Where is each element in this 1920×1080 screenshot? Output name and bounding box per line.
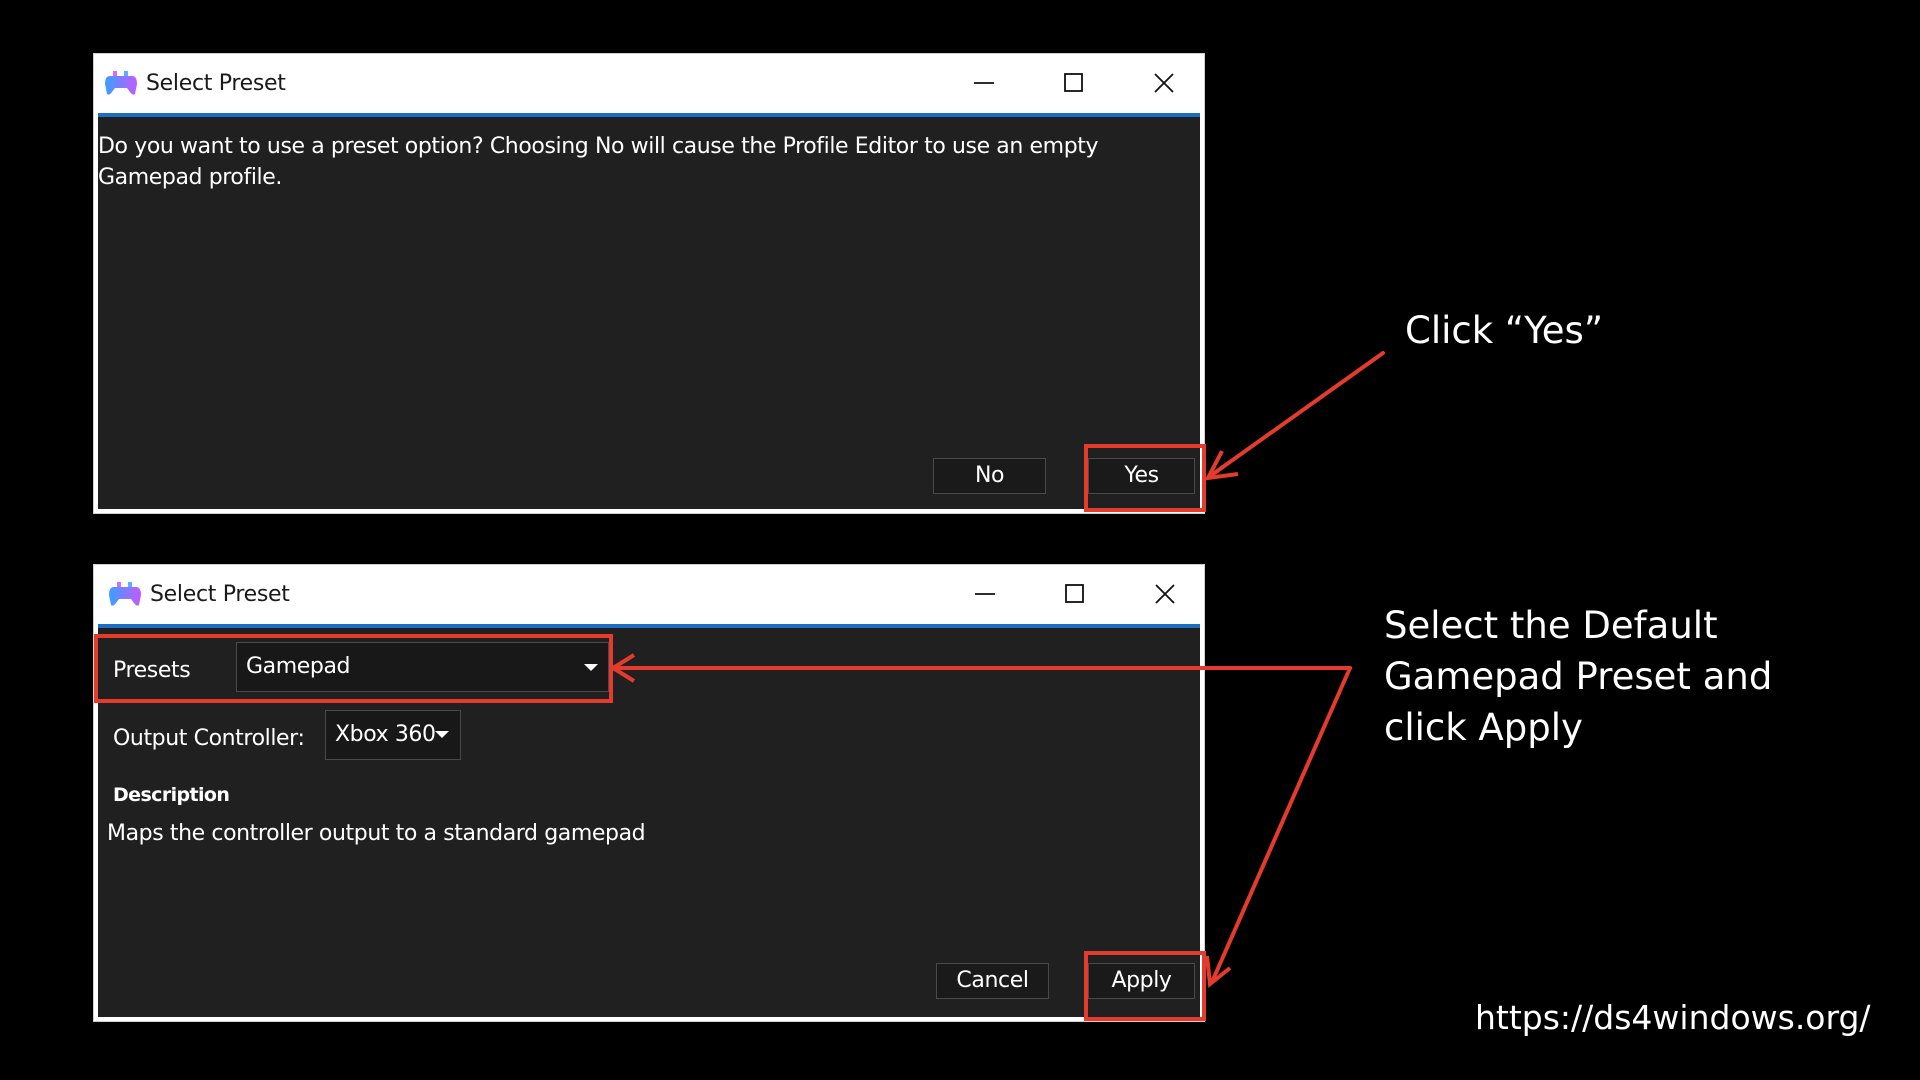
arrow-to-apply: [1210, 666, 1352, 984]
source-url: https://ds4windows.org/: [1475, 998, 1871, 1037]
arrow-to-yes: [1211, 351, 1385, 476]
step2-instruction: Select the Default Gamepad Preset and cl…: [1384, 604, 1773, 749]
step1-instruction: Click “Yes”: [1405, 309, 1603, 352]
annotation-arrows: [609, 351, 1385, 988]
